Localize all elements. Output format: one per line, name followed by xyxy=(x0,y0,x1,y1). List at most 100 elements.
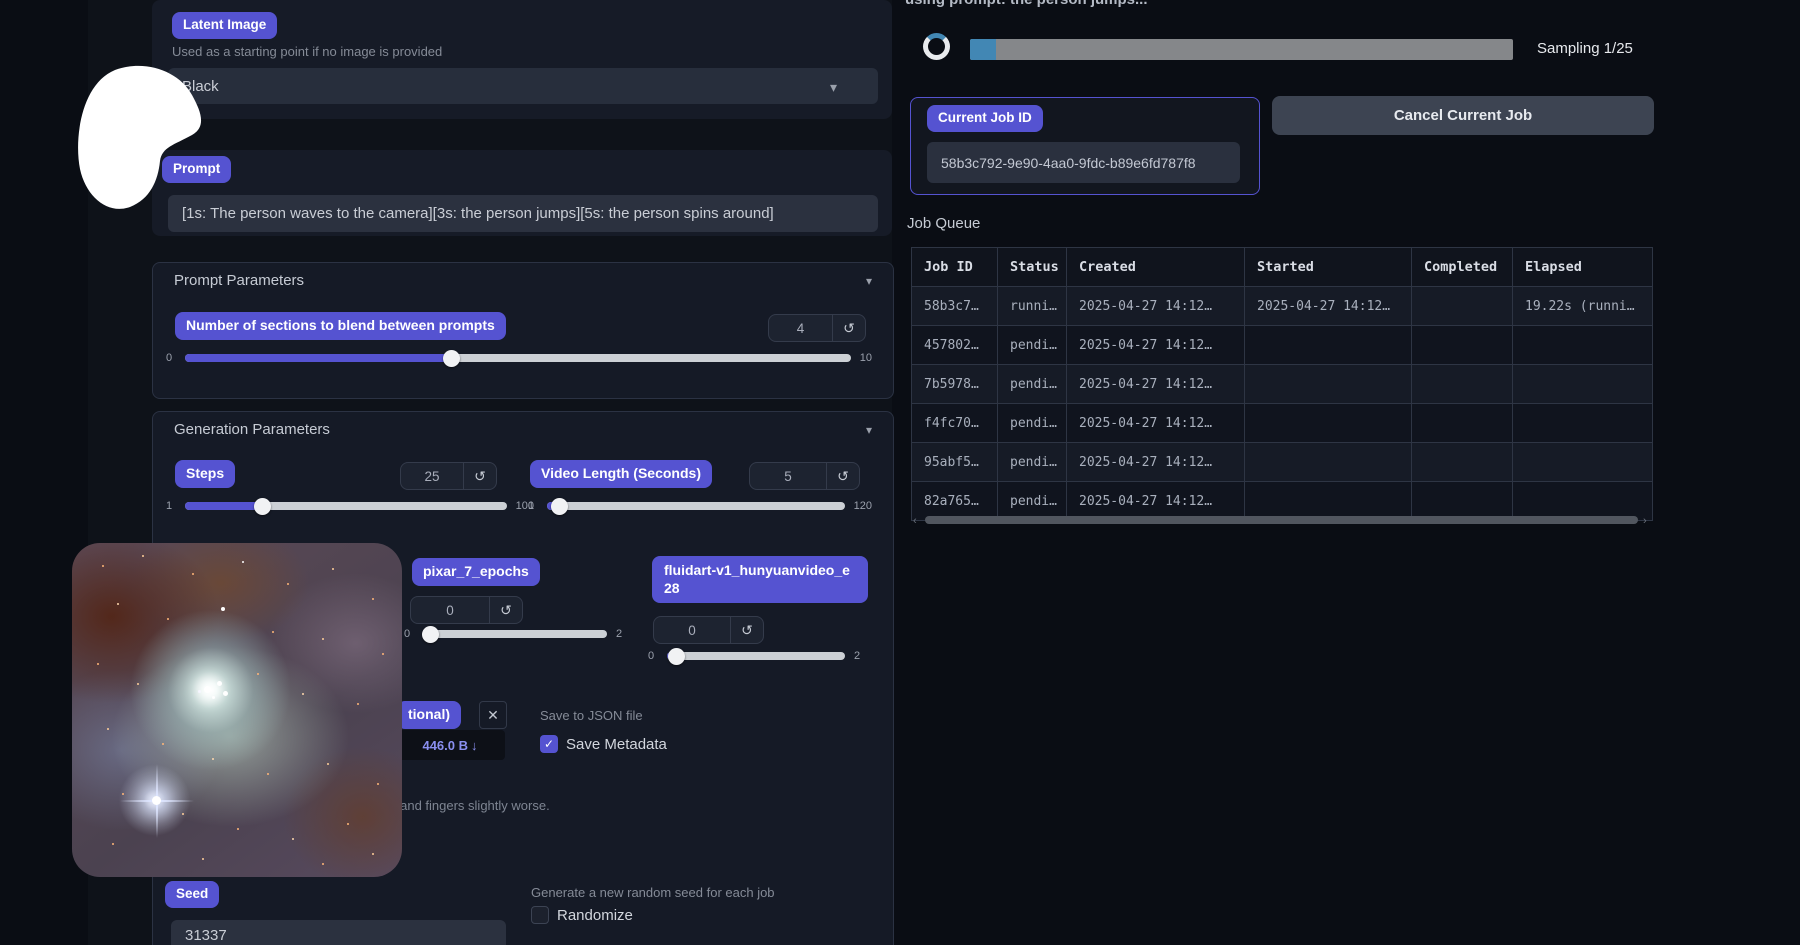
cell-created: 2025-04-27 14:12… xyxy=(1067,443,1245,482)
slider-fill xyxy=(185,502,262,510)
slider-min-label: 0 xyxy=(648,650,658,662)
table-header-row: Job ID Status Created Started Completed … xyxy=(912,248,1653,287)
table-row[interactable]: f4fc70… pendi… 2025-04-27 14:12… xyxy=(912,404,1653,443)
cell-started: 2025-04-27 14:12… xyxy=(1245,287,1412,326)
cell-elapsed xyxy=(1513,326,1653,365)
col-header-completed[interactable]: Completed xyxy=(1412,248,1513,287)
seed-input[interactable]: 31337 xyxy=(171,920,506,945)
slider-track[interactable] xyxy=(667,652,845,660)
prompt-parameters-title[interactable]: Prompt Parameters xyxy=(174,272,304,289)
status-line: using prompt: the person jumps... xyxy=(905,0,1148,8)
cell-job-id: 58b3c7… xyxy=(912,287,998,326)
col-header-started[interactable]: Started xyxy=(1245,248,1412,287)
slider-thumb[interactable] xyxy=(443,350,460,367)
cell-status: pendi… xyxy=(998,365,1067,404)
prompt-input[interactable]: [1s: The person waves to the camera][3s:… xyxy=(168,195,878,232)
lora2-value[interactable]: 0 xyxy=(654,617,730,643)
col-header-job-id[interactable]: Job ID xyxy=(912,248,998,287)
job-queue-table: Job ID Status Created Started Completed … xyxy=(911,247,1653,521)
metadata-file-link[interactable]: 446.0 B ↓ xyxy=(395,730,505,760)
seed-badge: Seed xyxy=(165,881,219,908)
video-length-slider[interactable]: 1 120 xyxy=(528,500,872,512)
video-length-value[interactable]: 5 xyxy=(750,463,826,489)
cell-created: 2025-04-27 14:12… xyxy=(1067,287,1245,326)
generation-parameters-title[interactable]: Generation Parameters xyxy=(174,421,330,438)
reset-icon[interactable]: ↺ xyxy=(826,463,859,489)
table-row[interactable]: 95abf5… pendi… 2025-04-27 14:12… xyxy=(912,443,1653,482)
slider-thumb[interactable] xyxy=(551,498,568,515)
table-row[interactable]: 457802… pendi… 2025-04-27 14:12… xyxy=(912,326,1653,365)
white-blob-overlay xyxy=(73,64,215,222)
slider-track[interactable] xyxy=(185,354,851,362)
slider-fill xyxy=(185,354,451,362)
checkbox-checked-icon[interactable]: ✓ xyxy=(540,735,558,753)
latent-image-dropdown[interactable]: Black xyxy=(168,68,878,104)
cell-elapsed xyxy=(1513,482,1653,521)
table-row[interactable]: 58b3c7… runni… 2025-04-27 14:12… 2025-04… xyxy=(912,287,1653,326)
blend-sections-numbox[interactable]: 4 ↺ xyxy=(768,314,866,342)
lora1-value[interactable]: 0 xyxy=(411,597,489,623)
slider-thumb[interactable] xyxy=(668,648,685,665)
scroll-left-icon[interactable]: ‹ xyxy=(913,516,917,526)
reset-icon[interactable]: ↺ xyxy=(463,463,496,489)
cell-elapsed xyxy=(1513,404,1653,443)
slider-min-label: 0 xyxy=(166,352,176,364)
steps-numbox[interactable]: 25 ↺ xyxy=(400,462,497,490)
cell-started xyxy=(1245,443,1412,482)
cell-completed xyxy=(1412,365,1513,404)
cell-started xyxy=(1245,326,1412,365)
slider-max-label: 10 xyxy=(860,352,872,364)
reset-icon[interactable]: ↺ xyxy=(730,617,763,643)
collapse-chevron-icon[interactable]: ▾ xyxy=(866,274,872,288)
checkbox-unchecked[interactable] xyxy=(531,906,549,924)
reset-icon[interactable]: ↺ xyxy=(832,315,865,341)
scroll-right-icon[interactable]: › xyxy=(1643,516,1647,526)
reset-icon[interactable]: ↺ xyxy=(489,597,522,623)
nebula-image-overlay xyxy=(72,543,402,877)
slider-track[interactable] xyxy=(547,502,845,510)
close-icon[interactable]: ✕ xyxy=(479,701,507,729)
save-metadata-checkbox[interactable]: ✓ Save Metadata xyxy=(540,735,667,753)
lora1-numbox[interactable]: 0 ↺ xyxy=(410,596,523,624)
cell-created: 2025-04-27 14:12… xyxy=(1067,404,1245,443)
star-cluster xyxy=(204,686,211,693)
slider-min-label: 1 xyxy=(528,500,538,512)
blend-sections-value[interactable]: 4 xyxy=(769,315,832,341)
cell-elapsed: 19.22s (runni… xyxy=(1513,287,1653,326)
chevron-down-icon[interactable]: ▾ xyxy=(830,79,837,96)
slider-thumb[interactable] xyxy=(254,498,271,515)
randomize-checkbox[interactable]: Randomize xyxy=(531,906,633,924)
cell-status: runni… xyxy=(998,287,1067,326)
col-header-status[interactable]: Status xyxy=(998,248,1067,287)
table-hscrollbar[interactable] xyxy=(925,516,1638,524)
slider-max-label: 2 xyxy=(616,628,626,640)
cancel-current-job-button[interactable]: Cancel Current Job xyxy=(1272,96,1654,135)
bright-star xyxy=(152,796,161,805)
save-to-json-label: Save to JSON file xyxy=(540,708,643,723)
slider-track[interactable] xyxy=(423,630,607,638)
lora2-numbox[interactable]: 0 ↺ xyxy=(653,616,764,644)
blend-sections-slider[interactable]: 0 10 xyxy=(166,352,872,364)
steps-slider[interactable]: 1 100 xyxy=(166,500,534,512)
slider-thumb[interactable] xyxy=(422,626,439,643)
app-root: Latent Image Used as a starting point if… xyxy=(0,0,1800,945)
video-length-numbox[interactable]: 5 ↺ xyxy=(749,462,860,490)
lora1-slider[interactable]: 0 2 xyxy=(404,628,626,640)
cell-created: 2025-04-27 14:12… xyxy=(1067,326,1245,365)
current-job-id-field[interactable]: 58b3c792-9e90-4aa0-9fdc-b89e6fd787f8 xyxy=(927,142,1240,183)
progress-fill xyxy=(970,39,996,60)
slider-track[interactable] xyxy=(185,502,507,510)
cell-job-id: 95abf5… xyxy=(912,443,998,482)
col-header-elapsed[interactable]: Elapsed xyxy=(1513,248,1653,287)
table-row[interactable]: 82a765… pendi… 2025-04-27 14:12… xyxy=(912,482,1653,521)
col-header-created[interactable]: Created xyxy=(1067,248,1245,287)
download-icon: ↓ xyxy=(471,738,478,753)
steps-value[interactable]: 25 xyxy=(401,463,463,489)
cell-completed xyxy=(1412,443,1513,482)
collapse-chevron-icon[interactable]: ▾ xyxy=(866,423,872,437)
cell-elapsed xyxy=(1513,365,1653,404)
sampling-progress-label: Sampling 1/25 xyxy=(1537,40,1633,57)
table-row[interactable]: 7b5978… pendi… 2025-04-27 14:12… xyxy=(912,365,1653,404)
job-queue-title: Job Queue xyxy=(907,215,980,232)
lora2-slider[interactable]: 0 2 xyxy=(648,650,864,662)
